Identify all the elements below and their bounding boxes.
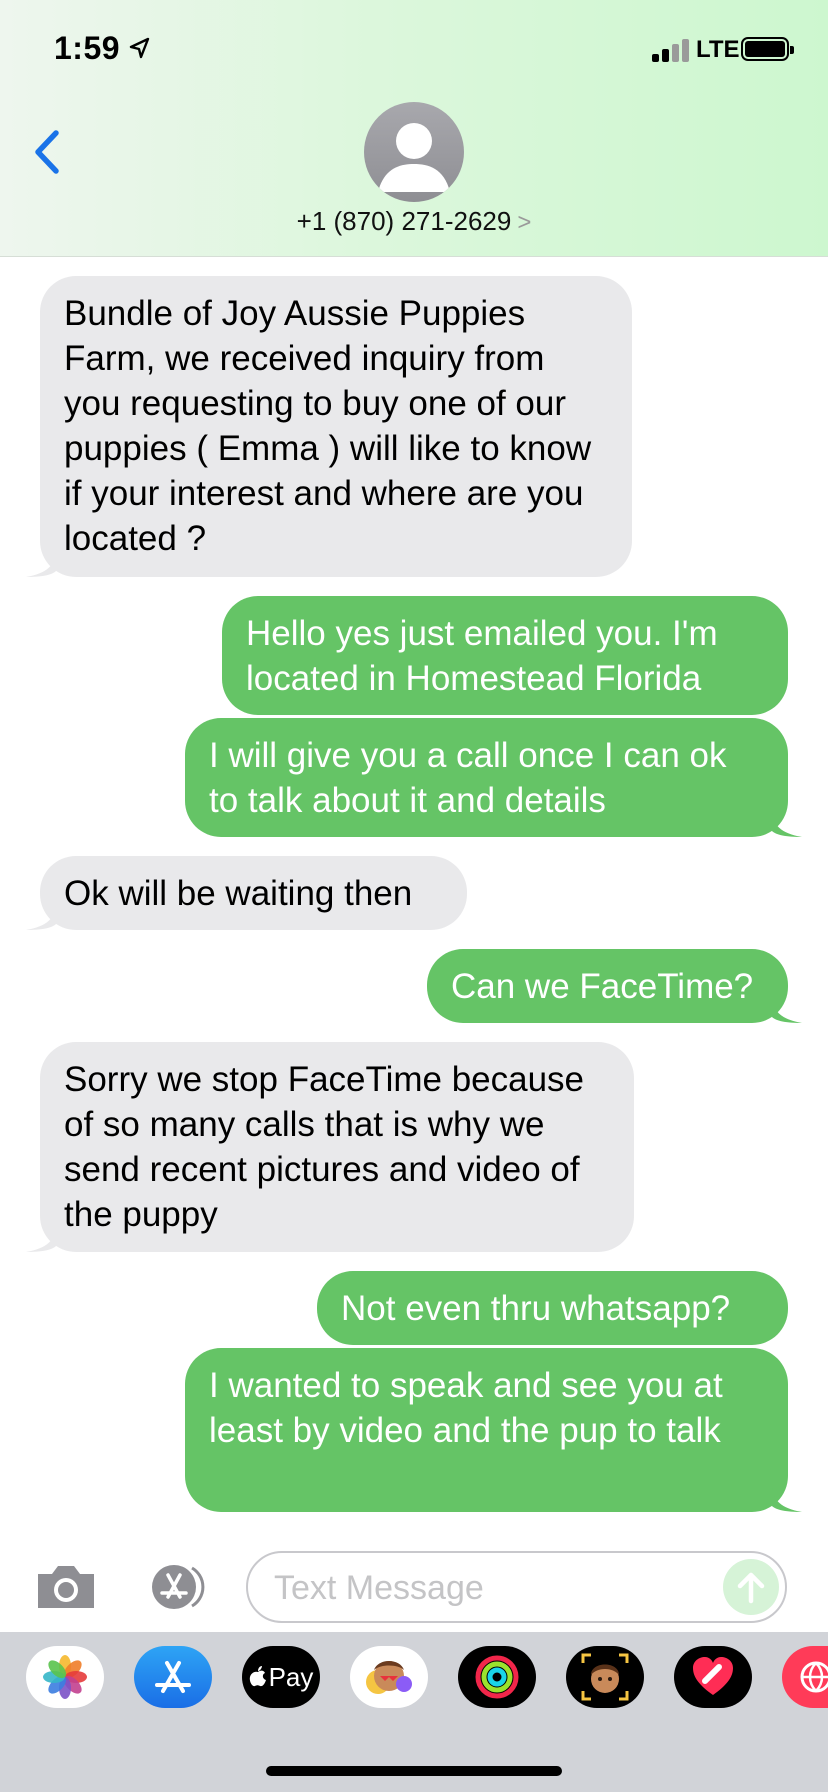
message-bubble-received[interactable]: Sorry we stop FaceTime because of so man… bbox=[26, 1042, 634, 1252]
bubble-tail bbox=[772, 1488, 802, 1512]
person-silhouette-icon bbox=[378, 123, 450, 192]
message-bubble-received[interactable]: Bundle of Joy Aussie Puppies Farm, we re… bbox=[26, 276, 632, 577]
home-indicator[interactable] bbox=[266, 1766, 562, 1776]
message-bubble-sent[interactable]: Not even thru whatsapp? bbox=[317, 1271, 788, 1345]
digital-touch-icon[interactable] bbox=[674, 1646, 752, 1708]
bubble-tail bbox=[26, 1228, 56, 1252]
bubble-tail bbox=[772, 999, 802, 1023]
message-text: I will give you a call once I can ok to … bbox=[209, 736, 727, 820]
message-text: Not even thru whatsapp? bbox=[341, 1289, 731, 1328]
message-text: Sorry we stop FaceTime because of so man… bbox=[64, 1060, 585, 1234]
message-bubble-sent[interactable]: Hello yes just emailed you. I'm located … bbox=[222, 596, 788, 715]
activity-icon[interactable] bbox=[458, 1646, 536, 1708]
arrow-up-icon bbox=[737, 1572, 765, 1604]
battery-icon bbox=[741, 37, 794, 61]
contact-name[interactable]: +1 (870) 271-2629 > bbox=[0, 206, 828, 237]
chevron-right-icon: > bbox=[517, 209, 532, 236]
camera-icon[interactable] bbox=[34, 1562, 98, 1612]
network-type: LTE bbox=[696, 36, 740, 63]
contact-avatar[interactable] bbox=[364, 102, 464, 202]
message-text: I wanted to speak and see you at least b… bbox=[209, 1366, 723, 1450]
contact-phone-number: +1 (870) 271-2629 bbox=[296, 206, 512, 236]
message-text: Bundle of Joy Aussie Puppies Farm, we re… bbox=[64, 294, 592, 558]
apple-pay-icon[interactable]: Pay bbox=[242, 1646, 320, 1708]
message-text: Ok will be waiting then bbox=[64, 874, 413, 913]
apple-logo-icon bbox=[249, 1666, 266, 1687]
conversation-header: 1:59 LTE +1 (870) 271-2629 > bbox=[0, 0, 828, 257]
message-text: Can we FaceTime? bbox=[451, 967, 754, 1006]
back-chevron-icon[interactable] bbox=[30, 128, 64, 176]
bubble-tail bbox=[26, 906, 56, 930]
apple-pay-label: Pay bbox=[268, 1661, 314, 1692]
memoji-icon[interactable] bbox=[566, 1646, 644, 1708]
app-store-icon[interactable] bbox=[134, 1646, 212, 1708]
bubble-tail bbox=[26, 553, 56, 577]
message-text: Hello yes just emailed you. I'm located … bbox=[246, 614, 718, 698]
app-store-drawer-icon[interactable] bbox=[140, 1562, 212, 1612]
bubble-tail bbox=[772, 813, 802, 837]
location-arrow-icon bbox=[129, 37, 150, 59]
animoji-stickers-icon[interactable] bbox=[350, 1646, 428, 1708]
photos-icon[interactable] bbox=[26, 1646, 104, 1708]
status-time: 1:59 bbox=[54, 30, 121, 66]
cellular-signal-icon bbox=[652, 38, 692, 62]
send-button[interactable] bbox=[723, 1559, 779, 1615]
message-bubble-sent[interactable]: Can we FaceTime? bbox=[427, 949, 802, 1023]
message-input-placeholder: Text Message bbox=[274, 1569, 484, 1607]
message-input[interactable]: Text Message bbox=[246, 1551, 787, 1623]
message-bubble-sent[interactable]: I wanted to speak and see you at least b… bbox=[185, 1348, 802, 1512]
message-bubble-received[interactable]: Ok will be waiting then bbox=[26, 856, 467, 930]
message-bubble-sent[interactable]: I will give you a call once I can ok to … bbox=[185, 718, 802, 837]
